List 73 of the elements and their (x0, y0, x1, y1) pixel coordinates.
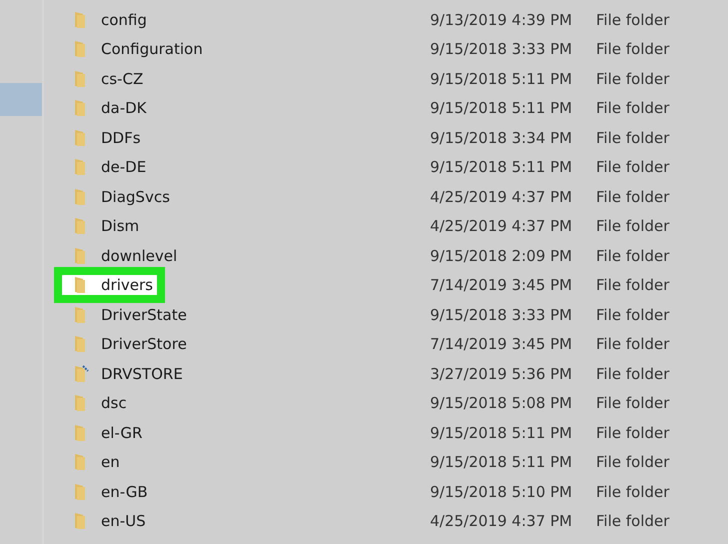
date-modified: 9/15/2018 5:08 PM (429, 394, 574, 412)
file-name[interactable]: DDFs (101, 128, 141, 147)
date-modified: 4/25/2019 4:37 PM (429, 217, 574, 236)
folder-icon (74, 424, 86, 442)
date-modified: 3/27/2019 5:36 PM (429, 364, 574, 383)
file-name[interactable]: drivers (101, 276, 153, 294)
file-name[interactable]: DriverStore (101, 335, 187, 354)
folder-icon (74, 512, 86, 530)
date-modified: 9/15/2018 5:11 PM (429, 70, 574, 88)
folder-icon (74, 306, 86, 324)
file-name[interactable]: Dism (101, 217, 140, 236)
folder-icon (74, 246, 86, 265)
date-modified: 9/15/2018 5:10 PM (429, 482, 574, 501)
file-type: File folder (596, 217, 670, 236)
file-type: File folder (596, 276, 670, 294)
folder-icon (74, 276, 86, 294)
file-name[interactable]: dsc (101, 394, 127, 412)
date-modified: 9/15/2018 3:33 PM (429, 40, 574, 58)
file-type: File folder (596, 158, 670, 176)
file-type: File folder (596, 335, 670, 354)
file-type: File folder (596, 512, 670, 530)
file-name[interactable]: DriverState (101, 306, 187, 324)
file-name[interactable]: de-DE (101, 158, 146, 176)
date-modified: 9/13/2019 4:39 PM (429, 10, 574, 29)
file-name[interactable]: Configuration (101, 40, 203, 58)
file-type: File folder (596, 10, 670, 29)
file-type: File folder (596, 453, 670, 472)
file-name[interactable]: config (101, 10, 147, 29)
file-type: File folder (596, 246, 670, 265)
file-type: File folder (596, 482, 670, 501)
file-name[interactable]: en-US (101, 512, 146, 530)
folder-icon (74, 70, 86, 88)
date-modified: 9/15/2018 3:33 PM (429, 306, 574, 324)
file-name[interactable]: en-GB (101, 482, 148, 501)
date-modified: 9/15/2018 5:11 PM (429, 158, 574, 176)
folder-icon (74, 394, 86, 412)
date-modified: 9/15/2018 3:34 PM (429, 128, 574, 147)
date-modified: 4/25/2019 4:37 PM (429, 512, 574, 530)
folder-icon (74, 10, 86, 29)
file-name[interactable]: DRVSTORE (101, 364, 183, 383)
folder-icon (74, 453, 86, 472)
file-name[interactable]: da-DK (101, 99, 147, 118)
date-modified: 9/15/2018 5:11 PM (429, 453, 574, 472)
file-type: File folder (596, 306, 670, 324)
folder-icon (74, 128, 86, 147)
date-modified: 9/15/2018 5:11 PM (429, 424, 574, 442)
zipped-folder-icon (74, 364, 90, 383)
file-type: File folder (596, 40, 670, 58)
file-name[interactable]: en (101, 453, 120, 472)
navigation-item[interactable] (0, 83, 42, 116)
folder-icon (74, 335, 86, 354)
file-type: File folder (596, 99, 670, 118)
file-type: File folder (596, 188, 670, 206)
file-type: File folder (596, 70, 670, 88)
date-modified: 7/14/2019 3:45 PM (429, 335, 574, 354)
date-modified: 7/14/2019 3:45 PM (429, 276, 574, 294)
date-modified: 9/15/2018 5:11 PM (429, 99, 574, 118)
date-modified: 9/15/2018 2:09 PM (429, 246, 574, 265)
file-type: File folder (596, 394, 670, 412)
folder-icon (74, 158, 86, 176)
file-name[interactable]: cs-CZ (101, 70, 144, 88)
file-name[interactable]: DiagSvcs (101, 188, 170, 206)
folder-icon (74, 188, 86, 206)
folder-icon (74, 482, 86, 501)
file-type: File folder (596, 364, 670, 383)
file-type: File folder (596, 128, 670, 147)
date-modified: 4/25/2019 4:37 PM (429, 188, 574, 206)
file-type: File folder (596, 424, 670, 442)
folder-icon (74, 40, 86, 58)
file-name[interactable]: el-GR (101, 424, 142, 442)
folder-icon (74, 99, 86, 118)
folder-icon (74, 217, 86, 236)
file-name[interactable]: downlevel (101, 246, 178, 265)
